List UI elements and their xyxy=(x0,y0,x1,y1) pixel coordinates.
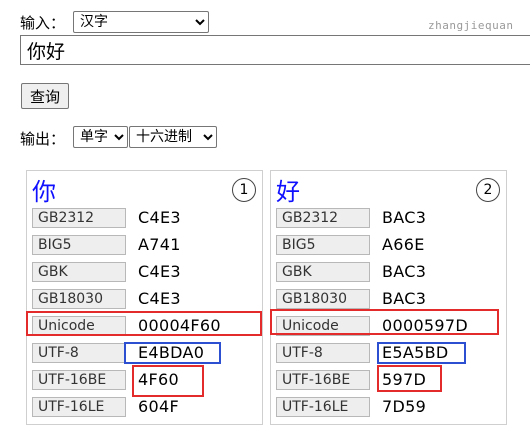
encoding-value: BAC3 xyxy=(382,289,427,308)
encoding-value: C4E3 xyxy=(138,289,181,308)
card-index-badge: 1 xyxy=(232,178,256,202)
encoding-value: C4E3 xyxy=(138,262,181,281)
encoding-row-utf16le: UTF-16LE 604F xyxy=(32,397,257,419)
encoding-label: GB18030 xyxy=(276,289,370,309)
encoding-label: GBK xyxy=(32,262,126,282)
encoding-label: GB2312 xyxy=(276,208,370,228)
encoding-label: GB18030 xyxy=(32,289,126,309)
encoding-value: A66E xyxy=(382,235,425,254)
encoding-row-gbk: GBK BAC3 xyxy=(276,262,501,284)
encoding-value: 597D xyxy=(382,370,427,389)
encoding-row-gb2312: GB2312 BAC3 xyxy=(276,208,501,230)
encoding-row-utf16be: UTF-16BE 597D xyxy=(276,370,501,392)
output-mode-select[interactable]: 单字 xyxy=(73,126,128,148)
encoding-value: A741 xyxy=(138,235,181,254)
encoding-value: BAC3 xyxy=(382,262,427,281)
encoding-row-gb2312: GB2312 C4E3 xyxy=(32,208,257,230)
encoding-row-gb18030: GB18030 BAC3 xyxy=(276,289,501,311)
encoding-label: UTF-8 xyxy=(276,343,370,363)
query-button[interactable]: 查询 xyxy=(21,83,69,109)
output-base-select[interactable]: 十六进制 xyxy=(129,126,217,148)
encoding-row-utf8: UTF-8 E5A5BD xyxy=(276,343,501,365)
encoding-label: GB2312 xyxy=(32,208,126,228)
encoding-row-gbk: GBK C4E3 xyxy=(32,262,257,284)
encoding-label: UTF-16LE xyxy=(32,397,126,417)
card-index-badge: 2 xyxy=(476,178,500,202)
encoding-value: BAC3 xyxy=(382,208,427,227)
encoding-row-unicode: Unicode 00004F60 xyxy=(32,316,257,338)
input-label: 输入： xyxy=(20,14,66,32)
watermark-text: zhangjiequan xyxy=(428,19,514,32)
encoding-value: 604F xyxy=(138,397,179,416)
encoding-row-unicode: Unicode 0000597D xyxy=(276,316,501,338)
encoding-label: UTF-16BE xyxy=(276,370,370,390)
card-character: 好 xyxy=(276,178,300,206)
encoding-label: UTF-16LE xyxy=(276,397,370,417)
encoding-label: Unicode xyxy=(32,316,126,336)
encoding-label: BIG5 xyxy=(32,235,126,255)
encoding-value: 0000597D xyxy=(382,316,468,335)
encoding-value: E5A5BD xyxy=(382,343,449,362)
encoding-row-big5: BIG5 A66E xyxy=(276,235,501,257)
encoding-value: 7D59 xyxy=(382,397,427,416)
encoding-label: GBK xyxy=(276,262,370,282)
encoding-value: E4BDA0 xyxy=(138,343,205,362)
char-card-2: 好 2 GB2312 BAC3 BIG5 A66E GBK BAC3 GB180… xyxy=(270,170,507,425)
encoding-value: C4E3 xyxy=(138,208,181,227)
encoding-row-gb18030: GB18030 C4E3 xyxy=(32,289,257,311)
encoding-value: 4F60 xyxy=(138,370,179,389)
encoding-value: 00004F60 xyxy=(138,316,221,335)
char-card-1: 你 1 GB2312 C4E3 BIG5 A741 GBK C4E3 GB180… xyxy=(26,170,263,425)
input-type-select[interactable]: 汉字 xyxy=(73,11,209,33)
encoding-row-big5: BIG5 A741 xyxy=(32,235,257,257)
encoding-row-utf16be: UTF-16BE 4F60 xyxy=(32,370,257,392)
encoding-row-utf16le: UTF-16LE 7D59 xyxy=(276,397,501,419)
output-label: 输出： xyxy=(20,130,66,148)
text-input[interactable] xyxy=(20,35,530,65)
encoding-label: UTF-8 xyxy=(32,343,126,363)
encoding-label: BIG5 xyxy=(276,235,370,255)
encoding-label: Unicode xyxy=(276,316,370,336)
encoding-row-utf8: UTF-8 E4BDA0 xyxy=(32,343,257,365)
encoding-label: UTF-16BE xyxy=(32,370,126,390)
card-character: 你 xyxy=(32,178,56,206)
